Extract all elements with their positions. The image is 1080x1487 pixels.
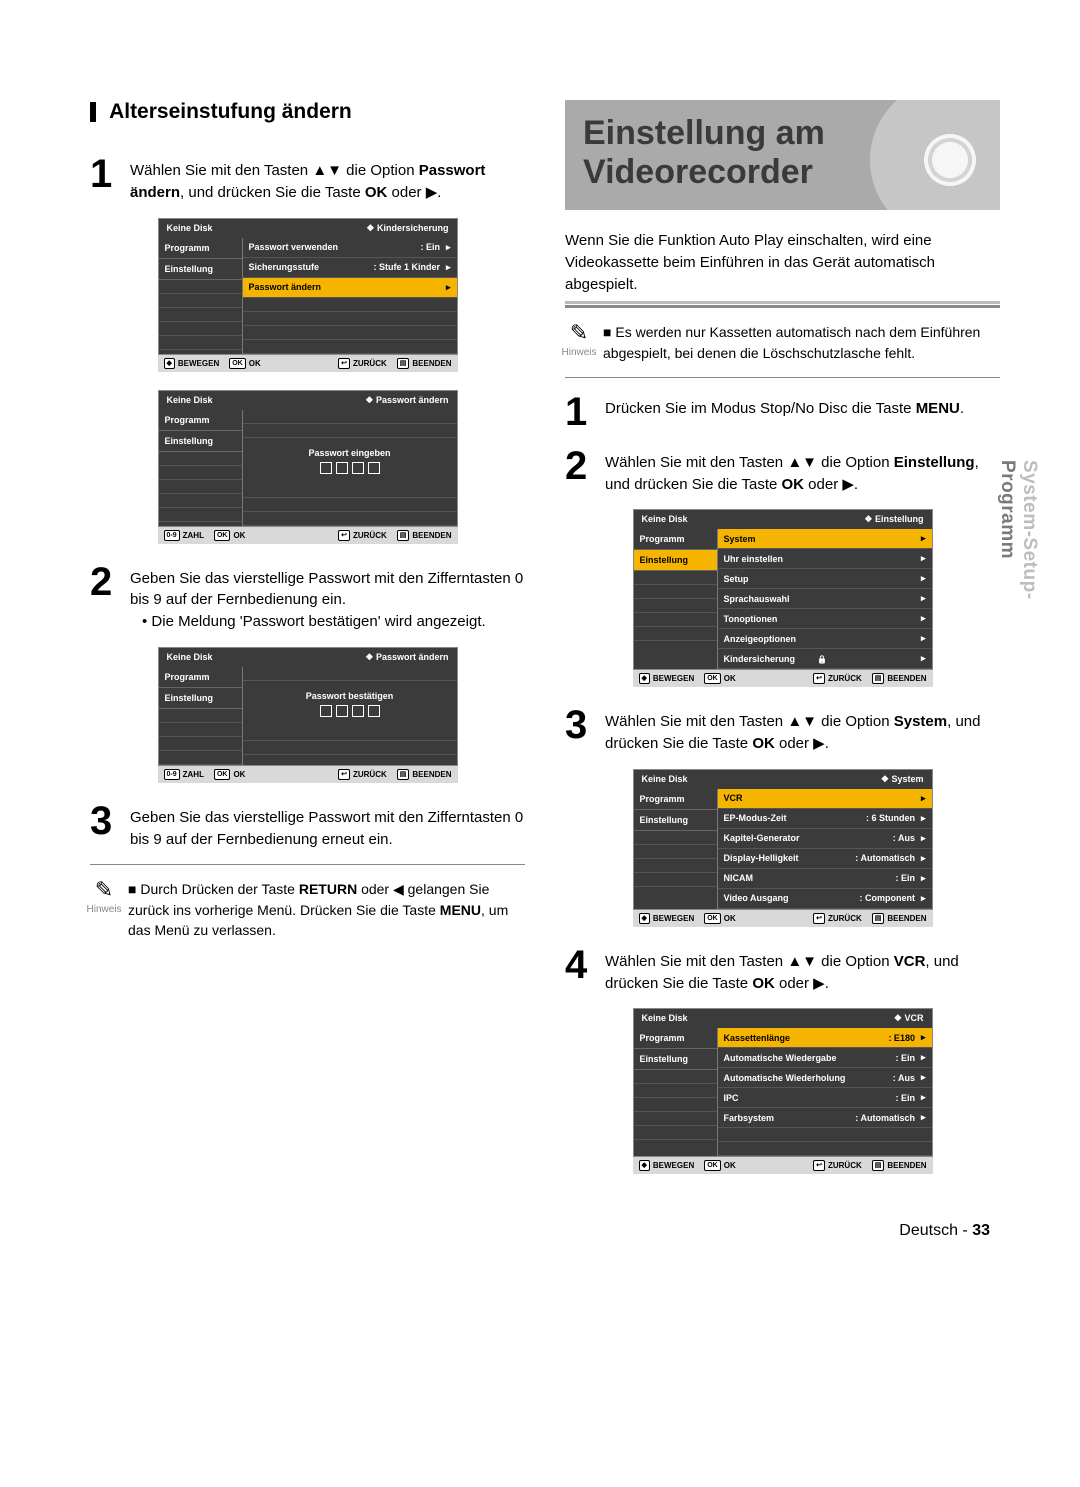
left-step-3: 3 Geben Sie das vierstellige Passwort mi… <box>90 801 525 851</box>
right-step-3: 3 Wählen Sie mit den Tasten ▲▼ die Optio… <box>565 705 1000 755</box>
osd-screenshot-1: Keine Disk Kindersicherung Programm Eins… <box>158 218 458 372</box>
osd-title: Kindersicherung <box>366 223 448 234</box>
left-heading-text: Alterseinstufung ändern <box>109 100 352 123</box>
note-icon: ✎Hinweis <box>565 322 593 346</box>
step-text: Wählen Sie mit den Tasten ▲▼ die Option … <box>130 154 525 204</box>
right-intro: Wenn Sie die Funktion Auto Play einschal… <box>565 230 1000 295</box>
right-step-1: 1 Drücken Sie im Modus Stop/No Disc die … <box>565 392 1000 432</box>
right-heading-box: Einstellung amVideorecorder <box>565 100 1000 210</box>
left-step-2: 2 Geben Sie das vierstellige Passwort mi… <box>90 562 525 633</box>
heading-bar-icon <box>90 102 96 122</box>
left-note: ✎Hinweis Durch Drücken der Taste RETURN … <box>90 879 525 940</box>
left-column: Alterseinstufung ändern 1 Wählen Sie mit… <box>90 100 525 1192</box>
osd-left-item: Programm <box>159 238 242 259</box>
left-step-1: 1 Wählen Sie mit den Tasten ▲▼ die Optio… <box>90 154 525 204</box>
right-step-4: 4 Wählen Sie mit den Tasten ▲▼ die Optio… <box>565 945 1000 995</box>
osd-screenshot-4: Keine Disk Einstellung Programm Einstell… <box>633 509 933 687</box>
note-icon: ✎Hinweis <box>90 879 118 903</box>
left-heading: Alterseinstufung ändern <box>90 100 525 124</box>
right-column: Einstellung amVideorecorder Wenn Sie die… <box>565 100 1000 1192</box>
osd-screenshot-5: Keine Disk System Programm Einstellung V… <box>633 769 933 927</box>
osd-nodisk: Keine Disk <box>167 223 213 234</box>
page-footer: Deutsch - 33 <box>90 1222 1000 1240</box>
osd-screenshot-3: Keine Disk Passwort ändern Programm Eins… <box>158 647 458 783</box>
osd-left-item: Einstellung <box>159 259 242 280</box>
step-number: 1 <box>90 154 120 204</box>
disc-icon <box>870 100 1000 210</box>
osd-screenshot-6: Keine Disk VCR Programm Einstellung Kass… <box>633 1008 933 1174</box>
right-step-2: 2 Wählen Sie mit den Tasten ▲▼ die Optio… <box>565 446 1000 496</box>
side-tab: System-Setup- Programm <box>996 460 1040 600</box>
osd-screenshot-2: Keine Disk Passwort ändern Programm Eins… <box>158 390 458 544</box>
right-note: ✎Hinweis Es werden nur Kassetten automat… <box>565 322 1000 363</box>
